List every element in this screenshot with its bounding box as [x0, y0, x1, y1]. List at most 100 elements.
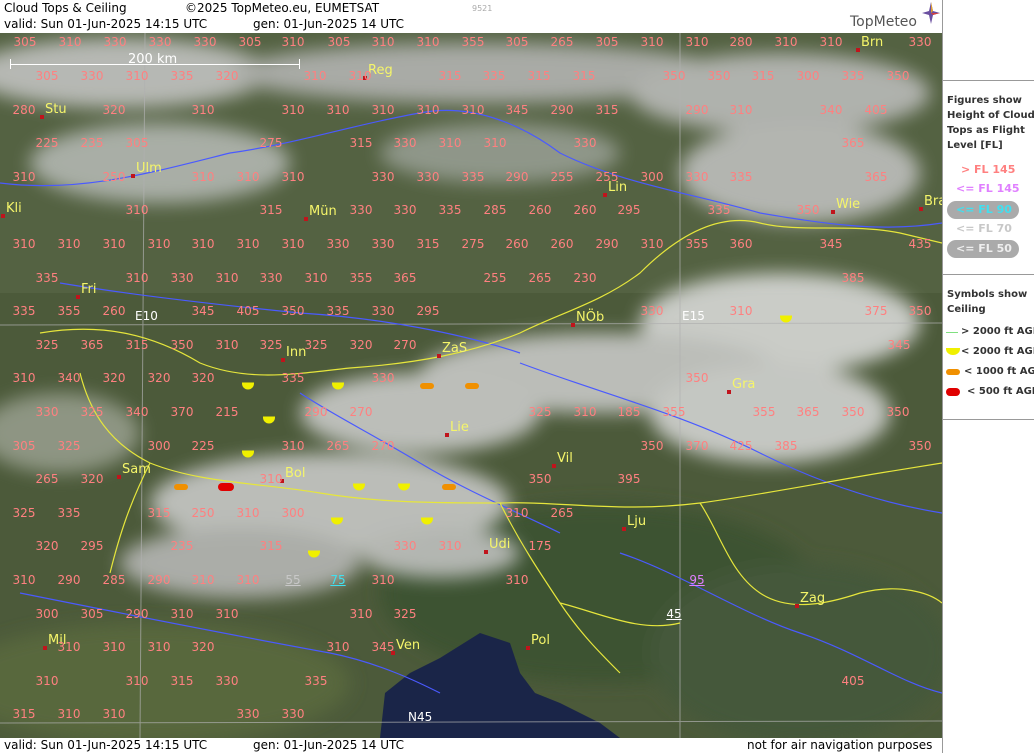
cloud-top-value: 310	[236, 506, 260, 520]
cloud-top-value: 325	[528, 405, 552, 419]
cloud-top-value: 265	[35, 472, 59, 486]
cloud-top-value: 310	[281, 35, 305, 49]
cloud-top-value: 315	[170, 674, 194, 688]
cloud-top-value: 335	[326, 304, 350, 318]
city-label: Wie	[836, 197, 861, 212]
cloud-top-value: 315	[438, 69, 462, 83]
cloud-top-value: 290	[685, 103, 709, 117]
cloud-top-value: 335	[438, 203, 462, 217]
scale-label: 200 km	[128, 52, 178, 67]
cloud-top-value: 285	[483, 203, 507, 217]
cloud-top-value: 330	[349, 203, 373, 217]
map-header: Cloud Tops & Ceiling ©2025 TopMeteo.eu, …	[0, 0, 942, 33]
ceiling-symbol	[420, 383, 434, 389]
ceiling-symbol	[442, 484, 456, 490]
cloud-top-value: 225	[191, 439, 215, 453]
cloud-top-value: 260	[528, 203, 552, 217]
figures-title-line: Tops as Flight	[947, 125, 1025, 136]
city-label: Sam	[122, 462, 151, 477]
cloud-top-value: 325	[57, 439, 81, 453]
cloud-top-value: 315	[416, 237, 440, 251]
cloud-top-value: 350	[707, 69, 731, 83]
cloud-top-low-value: 55	[285, 573, 301, 587]
cloud-top-value: 310	[505, 506, 529, 520]
cloud-top-value: 325	[393, 607, 417, 621]
cloud-top-value: 315	[349, 136, 373, 150]
cloud-top-value: 310	[371, 573, 395, 587]
cloud-top-value: 345	[819, 237, 843, 251]
city-marker	[43, 646, 47, 650]
cloud-top-value: 335	[707, 203, 731, 217]
cloud-top-value: 295	[416, 304, 440, 318]
cloud-top-value: 365	[393, 271, 417, 285]
gen-time: gen: 01-Jun-2025 14 UTC	[253, 17, 405, 31]
city-marker	[76, 295, 80, 299]
cloud-top-value: 350	[170, 338, 194, 352]
cloud-top-value: 355	[349, 271, 373, 285]
cloud-top-value: 345	[371, 640, 395, 654]
cloud-top-value: 310	[640, 35, 664, 49]
cloud-top-value: 270	[393, 338, 417, 352]
cloud-top-value: 310	[170, 607, 194, 621]
cloud-top-value: 310	[125, 674, 149, 688]
city-label: Ulm	[136, 161, 162, 176]
cloud-top-value: 405	[841, 674, 865, 688]
cloud-top-value: 310	[729, 304, 753, 318]
cloud-top-value: 185	[617, 405, 641, 419]
cloud-top-value: 330	[259, 271, 283, 285]
cloud-top-value: 280	[12, 103, 36, 117]
cloud-top-value: 325	[35, 338, 59, 352]
cloud-top-value: 230	[573, 271, 597, 285]
cloud-top-value: 310	[12, 573, 36, 587]
cloud-top-value: 340	[819, 103, 843, 117]
figures-title-line: Figures show	[947, 95, 1022, 106]
cloud-top-value: 310	[371, 35, 395, 49]
cloud-top-value: 395	[617, 472, 641, 486]
cloud-top-value: 355	[57, 304, 81, 318]
cloud-top-value: 370	[170, 405, 194, 419]
cloud-top-value: 405	[864, 103, 888, 117]
city-marker	[304, 217, 308, 221]
cloud-top-value: 330	[393, 136, 417, 150]
cloud-top-value: 350	[281, 304, 305, 318]
city-label: Bra	[924, 194, 942, 209]
cloud-top-value: 435	[908, 237, 932, 251]
legend-ceil-above-2000: > 2000 ft AGL	[961, 326, 1034, 337]
cloud-top-value: 310	[685, 35, 709, 49]
cloud-top-value: 335	[729, 170, 753, 184]
cloud-top-value: 290	[57, 573, 81, 587]
cloud-top-value: 310	[191, 170, 215, 184]
ceiling-1000-icon	[946, 369, 960, 375]
cloud-top-value: 330	[371, 304, 395, 318]
city-label: Pol	[531, 633, 550, 648]
cloud-top-value: 305	[35, 69, 59, 83]
cloud-top-value: 350	[528, 472, 552, 486]
legend-le-fl50: <= FL 50	[956, 242, 1012, 255]
cloud-top-value: 335	[57, 506, 81, 520]
figures-title-line: Level [FL]	[947, 140, 1003, 151]
cloud-top-value: 310	[371, 103, 395, 117]
city-label: Lju	[627, 514, 647, 529]
cloud-top-value: 260	[550, 237, 574, 251]
cloud-top-value: 315	[595, 103, 619, 117]
city-label: Vil	[557, 451, 573, 466]
figures-title-line: Height of Cloud	[947, 110, 1034, 121]
cloud-top-value: 175	[528, 539, 552, 553]
cloud-top-value: 385	[841, 271, 865, 285]
topmeteo-logo: TopMeteo	[850, 14, 917, 30]
cloud-top-value: 265	[550, 35, 574, 49]
cloud-top-value: 350	[841, 405, 865, 419]
cloud-top-value: 310	[348, 69, 372, 83]
panel-blank	[943, 0, 1034, 81]
cloud-top-value: 350	[640, 439, 664, 453]
cloud-top-value: 305	[13, 35, 37, 49]
cloud-top-value: 265	[550, 506, 574, 520]
city-marker	[552, 464, 556, 468]
cloud-top-value: 310	[215, 607, 239, 621]
cloud-top-value: 305	[80, 607, 104, 621]
cloud-top-value: 310	[12, 237, 36, 251]
cloud-top-value: 320	[102, 103, 126, 117]
city-marker	[831, 210, 835, 214]
cloud-top-value: 330	[236, 707, 260, 721]
cloud-top-low-value: 75	[330, 573, 346, 587]
